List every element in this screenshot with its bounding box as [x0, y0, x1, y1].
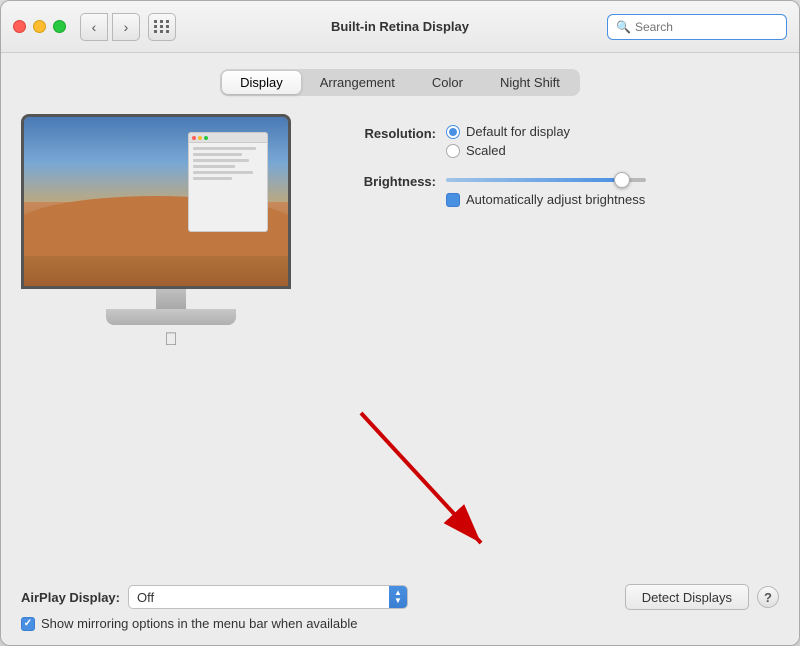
brightness-track [446, 178, 646, 182]
screen-line [193, 153, 242, 156]
airplay-label: AirPlay Display: [21, 590, 120, 605]
resolution-controls: Default for display Scaled [446, 124, 570, 158]
tabs: Display Arrangement Color Night Shift [220, 69, 580, 96]
nav-buttons: ‹ › [80, 13, 140, 41]
screen-dot-red [192, 136, 196, 140]
resolution-scaled-radio[interactable] [446, 144, 460, 158]
window-title: Built-in Retina Display [331, 19, 469, 34]
select-down-icon: ▼ [394, 597, 402, 605]
tab-night-shift[interactable]: Night Shift [482, 71, 578, 94]
back-icon: ‹ [92, 19, 97, 35]
screen-line [193, 159, 249, 162]
screen-window-content [189, 143, 267, 187]
screen-line [193, 177, 232, 180]
brightness-slider-row [446, 172, 646, 188]
tab-color[interactable]: Color [414, 71, 481, 94]
grid-button[interactable] [148, 13, 176, 41]
main-window: ‹ › Built-in Retina Display 🔍 Display Ar… [0, 0, 800, 646]
tab-arrangement[interactable]: Arrangement [302, 71, 413, 94]
airplay-value: Off [137, 590, 399, 605]
screen-window [188, 132, 268, 232]
search-box[interactable]: 🔍 [607, 14, 787, 40]
resolution-default-option[interactable]: Default for display [446, 124, 570, 139]
minimize-button[interactable] [33, 20, 46, 33]
resolution-default-label: Default for display [466, 124, 570, 139]
resolution-scaled-label: Scaled [466, 143, 506, 158]
auto-brightness-label: Automatically adjust brightness [466, 192, 645, 207]
brightness-controls: Automatically adjust brightness [446, 172, 646, 207]
detect-displays-button[interactable]: Detect Displays [625, 584, 749, 610]
bottom-rows: AirPlay Display: Off ▲ ▼ Detect Displays… [21, 584, 779, 633]
close-button[interactable] [13, 20, 26, 33]
resolution-row: Resolution: Default for display Scaled [341, 124, 779, 158]
auto-brightness-checkbox[interactable] [446, 193, 460, 207]
maximize-button[interactable] [53, 20, 66, 33]
mirroring-checkbox[interactable]: ✓ [21, 617, 35, 631]
auto-brightness-row: Automatically adjust brightness [446, 192, 646, 207]
content-area: Display Arrangement Color Night Shift [1, 53, 799, 645]
forward-button[interactable]: › [112, 13, 140, 41]
monitor-brand:  [21, 329, 321, 350]
settings-panel: Resolution: Default for display Scaled [341, 114, 779, 584]
monitor-screen [24, 117, 288, 286]
tabs-container: Display Arrangement Color Night Shift [21, 69, 779, 96]
tab-display[interactable]: Display [222, 71, 301, 94]
screen-dot-green [204, 136, 208, 140]
monitor-preview:  [21, 114, 321, 584]
resolution-label: Resolution: [341, 124, 436, 141]
brightness-label: Brightness: [341, 172, 436, 189]
titlebar: ‹ › Built-in Retina Display 🔍 [1, 1, 799, 53]
screen-window-bar [189, 133, 267, 143]
radio-inner-dot [449, 128, 457, 136]
select-arrows-icon: ▲ ▼ [389, 586, 407, 608]
mirroring-label: Show mirroring options in the menu bar w… [41, 616, 358, 631]
brightness-row: Brightness: [341, 172, 779, 207]
mirroring-row: ✓ Show mirroring options in the menu bar… [21, 616, 779, 633]
resolution-scaled-option[interactable]: Scaled [446, 143, 570, 158]
monitor-stand-base [106, 309, 236, 325]
bottom-section: AirPlay Display: Off ▲ ▼ Detect Displays… [21, 584, 779, 633]
forward-icon: › [124, 19, 129, 35]
screen-line [193, 165, 235, 168]
monitor-stand-neck [156, 289, 186, 309]
main-panel:  Resolution: Default for display [21, 114, 779, 584]
search-input[interactable] [635, 20, 778, 34]
grid-icon [154, 20, 170, 33]
screen-line [193, 171, 253, 174]
screen-line [193, 147, 256, 150]
search-icon: 🔍 [616, 20, 631, 34]
airplay-row: AirPlay Display: Off ▲ ▼ Detect Displays… [21, 584, 779, 610]
checkbox-checkmark-icon: ✓ [24, 619, 32, 629]
back-button[interactable]: ‹ [80, 13, 108, 41]
apple-logo-icon:  [164, 329, 178, 350]
brightness-thumb[interactable] [614, 172, 630, 188]
traffic-lights [13, 20, 66, 33]
brightness-fill [446, 178, 622, 182]
monitor-body [21, 114, 291, 289]
bottom-right: Detect Displays ? [625, 584, 779, 610]
resolution-default-radio[interactable] [446, 125, 460, 139]
help-button[interactable]: ? [757, 586, 779, 608]
screen-dot-yellow [198, 136, 202, 140]
brightness-slider-container[interactable] [446, 172, 646, 188]
airplay-select[interactable]: Off ▲ ▼ [128, 585, 408, 609]
